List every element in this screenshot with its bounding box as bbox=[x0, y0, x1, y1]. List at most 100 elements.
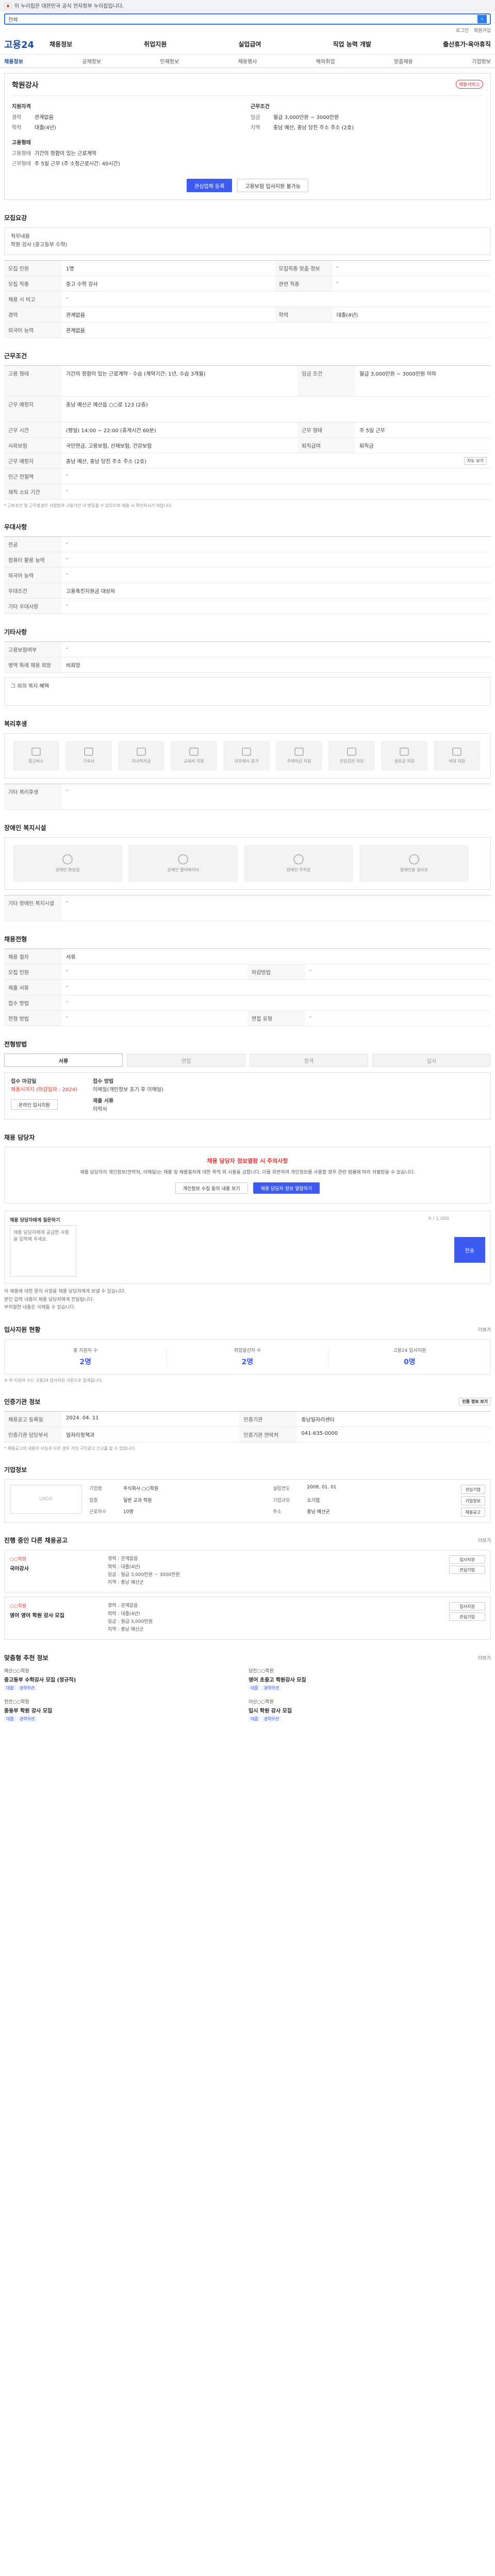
summary-conditions: 근무조건 임금 월급 3,000만원 ~ 3000만원 지역 충남 예산, 충남 당… bbox=[251, 102, 483, 170]
subnav-item-company[interactable]: 기업정보 bbox=[472, 57, 491, 65]
job-detail: 경력 : 관계없음 bbox=[108, 1603, 138, 1609]
welfare-label: 교육비 지원 bbox=[184, 759, 204, 764]
table-value: 대졸(4년) bbox=[332, 307, 491, 323]
welfare-grid: 통근버스 기숙사 자녀학자금 교육비 지원 리프레시 휴가 주택자금 지원 건강… bbox=[13, 741, 482, 771]
table-value: 서류 bbox=[62, 948, 491, 964]
disability-item: 장애인 화장실 bbox=[13, 845, 122, 882]
subnav-item-events[interactable]: 채용행사 bbox=[238, 57, 257, 65]
job-favorite-button[interactable]: 관심기업 bbox=[449, 1566, 485, 1574]
inquiry-textarea[interactable] bbox=[10, 1225, 76, 1277]
table-value: 충남일자리센터 bbox=[297, 1411, 491, 1428]
company-favorite-button[interactable]: 관심기업 bbox=[460, 1485, 485, 1495]
gnb-item-benefit[interactable]: 실업급여 bbox=[238, 40, 261, 48]
reco-title-text[interactable]: 영어 초중고 학원강사 모집 bbox=[249, 1675, 486, 1683]
gnb-item-support[interactable]: 취업지원 bbox=[144, 40, 167, 48]
apply-unavailable-button[interactable]: 고용보험 입사지원 불가능 bbox=[237, 179, 308, 192]
view-contact-button[interactable]: 채용 담당자 정보 열람하기 bbox=[253, 1182, 320, 1194]
reco-more-link[interactable]: 더보기 bbox=[478, 1654, 491, 1661]
inquiry-note: 본인 입력 내용이 채용 담당자에게 전달됩니다. bbox=[4, 1297, 94, 1302]
table-key: 고용 형태 bbox=[4, 365, 62, 397]
table-value: - bbox=[62, 895, 491, 921]
contact-notice: 채용 담당자 정보열람 시 주의사항 채용 담당자의 개인정보(연락처, 이메일… bbox=[4, 1147, 491, 1204]
inquiry-send-button[interactable]: 전송 bbox=[454, 1237, 485, 1263]
reco-title-text[interactable]: 입시 학원 강사 모집 bbox=[249, 1706, 486, 1714]
table-value: 중고 수학 강사 bbox=[62, 276, 275, 292]
gov-banner-text: 이 누리집은 대한민국 공식 전자정부 누리집입니다. bbox=[14, 4, 124, 9]
job-favorite-button[interactable]: 관심기업 bbox=[449, 1613, 485, 1621]
welfare-item: 리프레시 휴가 bbox=[223, 741, 270, 771]
online-apply-button[interactable]: 온라인 입사지원 bbox=[11, 1099, 58, 1110]
gnb-item-training[interactable]: 직업 능력 개발 bbox=[333, 40, 371, 48]
inquiry-box: 채용 담당자에게 질문하기 0 / 1,000 전송 bbox=[4, 1211, 491, 1284]
subnav-item-custom[interactable]: 맞춤채용 bbox=[394, 57, 413, 65]
reco-tag: 경력무관 bbox=[261, 1685, 282, 1691]
subnav-item-overseas[interactable]: 해외취업 bbox=[316, 57, 335, 65]
summary-value: 주 5일 근무 (주 소정근로시간: 40시간) bbox=[35, 161, 120, 167]
stat-number: 2명 bbox=[79, 1358, 91, 1367]
apply-stats: 총 지원자 수 2명 취업알선자 수 2명 고용24 입사지원 0명 bbox=[4, 1339, 491, 1375]
table-key: 외국어 능력 bbox=[4, 567, 62, 583]
company-value: 충남 예산군 bbox=[307, 1509, 330, 1515]
gnb-item-leave[interactable]: 출산휴가·육아휴직 bbox=[443, 40, 491, 48]
signup-link[interactable]: 회원가입 bbox=[474, 27, 491, 34]
disability-other-table: 기타 장애인 복지시설 - bbox=[4, 895, 491, 921]
company-value: 2008. 01. 01 bbox=[307, 1485, 337, 1490]
search-input[interactable] bbox=[32, 16, 474, 22]
privacy-consent-button[interactable]: 개인정보 수집 동의 내용 보기 bbox=[175, 1182, 248, 1194]
subnav-item-public[interactable]: 공채정보 bbox=[82, 57, 101, 65]
welfare-label: 경조금 지원 bbox=[394, 759, 415, 764]
summary-qualification: 지원자격 경력 관계없음 학력 대졸(4년) 고용형태 고용형태 기간의 정함이 있는… bbox=[12, 102, 244, 170]
table-key: 기타 복리후생 bbox=[4, 784, 62, 810]
subnav-item-jobs[interactable]: 채용정보 bbox=[4, 57, 23, 65]
subnav-item-talent[interactable]: 인재정보 bbox=[160, 57, 179, 65]
company-jobs-button[interactable]: 채용공고 bbox=[460, 1507, 485, 1517]
company-logo: LOGO bbox=[10, 1485, 82, 1514]
table-value: 1명 bbox=[62, 260, 275, 276]
sub-nav: 채용정보 공채정보 인재정보 채용행사 해외취업 맞춤채용 기업정보 bbox=[0, 55, 495, 68]
site-logo[interactable]: 고용24 bbox=[4, 38, 50, 51]
welfare-item: 기숙사 bbox=[65, 741, 112, 771]
list-item[interactable]: ○○학원 국어강사 경력 : 관계없음 학력 : 대졸(4년) 임금 : 월급 3… bbox=[4, 1550, 491, 1593]
reco-title-text[interactable]: 중고등부 수학강사 모집 (정규직) bbox=[4, 1675, 241, 1683]
list-item[interactable]: 천안○○학원 중등부 학원 강사 모집 대졸 경력무관 bbox=[4, 1698, 241, 1722]
table-key: 학력 bbox=[274, 307, 333, 323]
reg-info-button[interactable]: 인증 정보 보기 bbox=[459, 1398, 491, 1406]
reg-note: * 채용공고의 내용이 사실과 다른 경우 거짓 구인광고 신고를 할 수 있습… bbox=[4, 1446, 136, 1451]
method-value: 이메일(개인정보 포기 후 이메일) bbox=[92, 1087, 163, 1093]
job-title[interactable]: 영어 영어 학원 강사 모집 bbox=[10, 1611, 103, 1619]
favorite-company-button[interactable]: 관심업체 등록 bbox=[187, 179, 233, 192]
table-value: 관계없음 bbox=[62, 307, 275, 323]
table-value: - bbox=[62, 536, 491, 552]
table-key: 채용 시 비고 bbox=[4, 291, 62, 307]
login-link[interactable]: 로그인 bbox=[456, 27, 469, 34]
search-category-select[interactable]: 전체 bbox=[8, 15, 29, 23]
welfare-item: 통근버스 bbox=[13, 741, 59, 771]
search-icon[interactable]: ⌕ bbox=[477, 15, 487, 23]
welfare-item: 경조금 지원 bbox=[381, 741, 427, 771]
job-detail: 지역 : 충남 예산군 bbox=[108, 1627, 144, 1633]
reg-table: 채용공고 등록일 2024. 04. 11 인증기관 충남일자리센터 인증기관 담당부… bbox=[4, 1411, 491, 1443]
process-table: 채용 절차 서류 모집 인원 - 마감방법 - 제출 서류 - 접수 방법 - 전형 방법 -… bbox=[4, 948, 491, 1026]
reco-title-text[interactable]: 중등부 학원 강사 모집 bbox=[4, 1706, 241, 1714]
job-apply-button[interactable]: 입사지원 bbox=[449, 1555, 485, 1564]
company-box: LOGO 기업명 주식회사 ○○학원 설립연도 2008. 01. 01 업종 일반 … bbox=[4, 1479, 491, 1523]
gnb-item-jobs[interactable]: 채용정보 bbox=[50, 40, 72, 48]
table-value: 일자리정책과 bbox=[62, 1427, 240, 1443]
health-icon bbox=[347, 748, 356, 756]
stats-more-link[interactable]: 더보기 bbox=[478, 1326, 491, 1333]
job-title[interactable]: 국어강사 bbox=[10, 1564, 103, 1572]
list-item[interactable]: 예산○○학원 중고등부 수학강사 모집 (정규직) 대졸 경력무관 bbox=[4, 1667, 241, 1691]
apply-step: 면접 bbox=[127, 1054, 245, 1067]
conditions-table: 고용 형태 기간의 정함이 있는 근로계약 · 수습 (계약기간: 1년, 수습 … bbox=[4, 365, 491, 500]
list-item[interactable]: 아산○○학원 입시 학원 강사 모집 대졸 경력무관 bbox=[249, 1698, 486, 1722]
job-apply-button[interactable]: 입사지원 bbox=[449, 1602, 485, 1611]
conditions-note: * 근로조건 및 근무환경은 사업장과 고용기간 내 변동될 수 있으므로 채용… bbox=[4, 503, 173, 508]
list-item[interactable]: 당진○○학원 영어 초중고 학원강사 모집 대졸 경력무관 bbox=[249, 1667, 486, 1691]
table-key: 채용공고 등록일 bbox=[4, 1411, 62, 1428]
map-button[interactable]: 지도 보기 bbox=[464, 457, 487, 465]
list-item[interactable]: ○○학원 영어 영어 학원 강사 모집 경력 : 관계없음 학력 : 대졸(4년)… bbox=[4, 1597, 491, 1640]
company-info-button[interactable]: 기업정보 bbox=[460, 1496, 485, 1506]
welfare-item: 식대 지원 bbox=[434, 741, 480, 771]
jobs-more-link[interactable]: 더보기 bbox=[478, 1537, 491, 1544]
jobs-title: 진행 중인 다른 채용공고 bbox=[4, 1537, 68, 1545]
